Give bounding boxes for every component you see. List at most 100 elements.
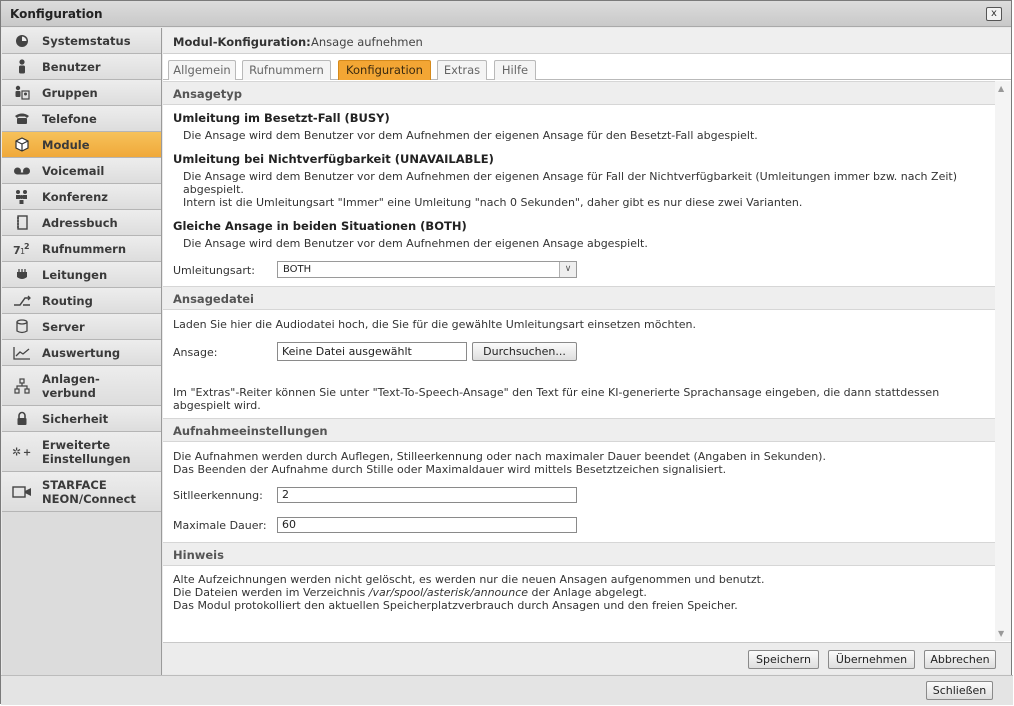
addressbook-icon (12, 215, 32, 231)
svg-text:✲: ✲ (12, 445, 21, 458)
save-button[interactable]: Speichern (748, 650, 819, 669)
group-icon (12, 85, 32, 101)
scroll-up-icon[interactable]: ▲ (998, 84, 1004, 93)
unavailable-description-3: Intern ist die Umleitungsart "Immer" ein… (183, 196, 803, 209)
umleitungsart-label: Umleitungsart: (173, 264, 255, 277)
sidebar-item-adressbuch[interactable]: Adressbuch (2, 210, 161, 236)
sidebar-item-sicherheit[interactable]: Sicherheit (2, 406, 161, 432)
sidebar-item-leitungen[interactable]: Leitungen (2, 262, 161, 288)
config-content: Ansagetyp Umleitung im Besetzt-Fall (BUS… (163, 81, 995, 641)
sidebar-item-anlagenverbund[interactable]: Anlagen-verbund (2, 366, 161, 406)
sidebar-item-label: Voicemail (42, 163, 105, 178)
umleitungsart-select[interactable]: BOTH ∨ (277, 261, 577, 278)
sidebar-item-konferenz[interactable]: Konferenz (2, 184, 161, 210)
voicemail-icon (12, 163, 32, 179)
sidebar-item-label: Sicherheit (42, 411, 109, 426)
sidebar-item-starface-neon[interactable]: STARFACE NEON/Connect (2, 472, 161, 512)
sidebar-item-label: Routing (42, 293, 93, 308)
spool-path: /var/spool/asterisk/announce (368, 586, 529, 599)
configuration-window: Konfiguration x Systemstatus Benutzer Gr… (0, 0, 1013, 705)
sidebar-item-label: Rufnummern (42, 241, 127, 256)
chart-icon (12, 345, 32, 361)
sidebar-item-erweiterte-einstellungen[interactable]: ✲ + Erweiterte Einstellungen (2, 432, 161, 472)
unavailable-title: Umleitung bei Nichtverfügbarkeit (UNAVAI… (173, 152, 494, 166)
user-icon (12, 59, 32, 75)
hinweis-text-2: Die Dateien werden im Verzeichnis /var/s… (173, 586, 647, 599)
vertical-scrollbar[interactable]: ▲ ▼ (995, 81, 1011, 641)
sidebar-item-label: Adressbuch (42, 215, 118, 230)
network-icon (12, 377, 32, 394)
sidebar-item-label: Module (42, 137, 90, 152)
sidebar-item-module[interactable]: Module (2, 132, 161, 158)
sidebar-item-label: Benutzer (42, 59, 101, 74)
section-header-ansagedatei: Ansagedatei (163, 286, 995, 310)
sidebar-item-telefone[interactable]: Telefone (2, 106, 161, 132)
chevron-down-icon: ∨ (559, 262, 576, 277)
svg-text:2: 2 (24, 242, 30, 251)
unavailable-description-1: Die Ansage wird dem Benutzer vor dem Auf… (183, 170, 957, 183)
sidebar-item-voicemail[interactable]: Voicemail (2, 158, 161, 184)
hinweis-text-1: Alte Aufzeichnungen werden nicht gelösch… (173, 573, 765, 586)
ansagedatei-intro: Laden Sie hier die Audiodatei hoch, die … (173, 318, 697, 331)
tab-extras[interactable]: Extras (437, 60, 487, 80)
section-header-hinweis: Hinweis (163, 542, 995, 566)
line-icon (12, 267, 32, 283)
tab-hilfe[interactable]: Hilfe (494, 60, 536, 80)
busy-title: Umleitung im Besetzt-Fall (BUSY) (173, 111, 390, 125)
file-name-field[interactable]: Keine Datei ausgewählt (277, 342, 467, 361)
sidebar-item-label: Erweiterte Einstellungen (42, 437, 131, 466)
sidebar-item-label: Auswertung (42, 345, 121, 360)
conference-icon (12, 189, 32, 205)
extras-note-1: Im "Extras"-Reiter können Sie unter "Tex… (173, 386, 940, 399)
sidebar-item-label: Server (42, 319, 85, 334)
tab-konfiguration[interactable]: Konfiguration (338, 60, 431, 80)
module-header: Modul-Konfiguration: Ansage aufnehmen (163, 28, 1011, 54)
ansage-label: Ansage: (173, 346, 218, 359)
tab-bar: Allgemein Rufnummern Konfiguration Extra… (163, 55, 1011, 80)
silence-input[interactable]: 2 (277, 487, 577, 503)
sidebar-item-server[interactable]: Server (2, 314, 161, 340)
silence-label: Sitlleerkennung: (173, 489, 263, 502)
cube-icon (12, 137, 32, 153)
unavailable-description-2: abgespielt. (183, 183, 244, 196)
close-icon[interactable]: x (986, 7, 1002, 21)
module-header-title: Modul-Konfiguration: (173, 35, 311, 49)
phone-icon (12, 111, 32, 127)
sidebar-item-auswertung[interactable]: Auswertung (2, 340, 161, 366)
sidebar-item-systemstatus[interactable]: Systemstatus (2, 28, 161, 54)
routing-icon (12, 293, 32, 309)
close-button[interactable]: Schließen (926, 681, 993, 700)
extras-note-2: abgespielt wird. (173, 399, 261, 412)
tab-allgemein[interactable]: Allgemein (168, 60, 236, 80)
svg-text:+: + (23, 447, 31, 458)
module-header-subtitle: Ansage aufnehmen (311, 35, 423, 49)
scroll-down-icon[interactable]: ▼ (998, 629, 1004, 638)
both-description: Die Ansage wird dem Benutzer vor dem Auf… (183, 237, 648, 250)
apply-button[interactable]: Übernehmen (828, 650, 915, 669)
sidebar-item-rufnummern[interactable]: 712 Rufnummern (2, 236, 161, 262)
action-footer: Speichern Übernehmen Abbrechen (163, 642, 1011, 674)
both-title: Gleiche Ansage in beiden Situationen (BO… (173, 219, 467, 233)
hinweis-text-3: Das Modul protokolliert den aktuellen Sp… (173, 599, 738, 612)
sidebar-item-label: Gruppen (42, 85, 98, 100)
max-duration-label: Maximale Dauer: (173, 519, 267, 532)
sidebar-item-routing[interactable]: Routing (2, 288, 161, 314)
bottom-bar: Schließen (1, 675, 1013, 705)
umleitungsart-value: BOTH (283, 264, 312, 275)
camera-icon (12, 484, 32, 500)
server-icon (12, 319, 32, 335)
sidebar-item-gruppen[interactable]: Gruppen (2, 80, 161, 106)
tab-rufnummern[interactable]: Rufnummern (242, 60, 331, 80)
max-duration-input[interactable]: 60 (277, 517, 577, 533)
sidebar-item-label: Telefone (42, 111, 97, 126)
aufnahme-text-1: Die Aufnahmen werden durch Auflegen, Sti… (173, 450, 826, 463)
busy-description: Die Ansage wird dem Benutzer vor dem Auf… (183, 129, 758, 142)
sidebar-item-label: STARFACE NEON/Connect (42, 477, 136, 506)
gauge-icon (12, 33, 32, 49)
sidebar-item-benutzer[interactable]: Benutzer (2, 54, 161, 80)
sidebar: Systemstatus Benutzer Gruppen Telefone M… (2, 28, 162, 675)
browse-button[interactable]: Durchsuchen... (472, 342, 577, 361)
sidebar-item-label: Anlagen-verbund (42, 371, 100, 400)
section-header-ansagetyp: Ansagetyp (163, 81, 995, 105)
cancel-button[interactable]: Abbrechen (924, 650, 996, 669)
